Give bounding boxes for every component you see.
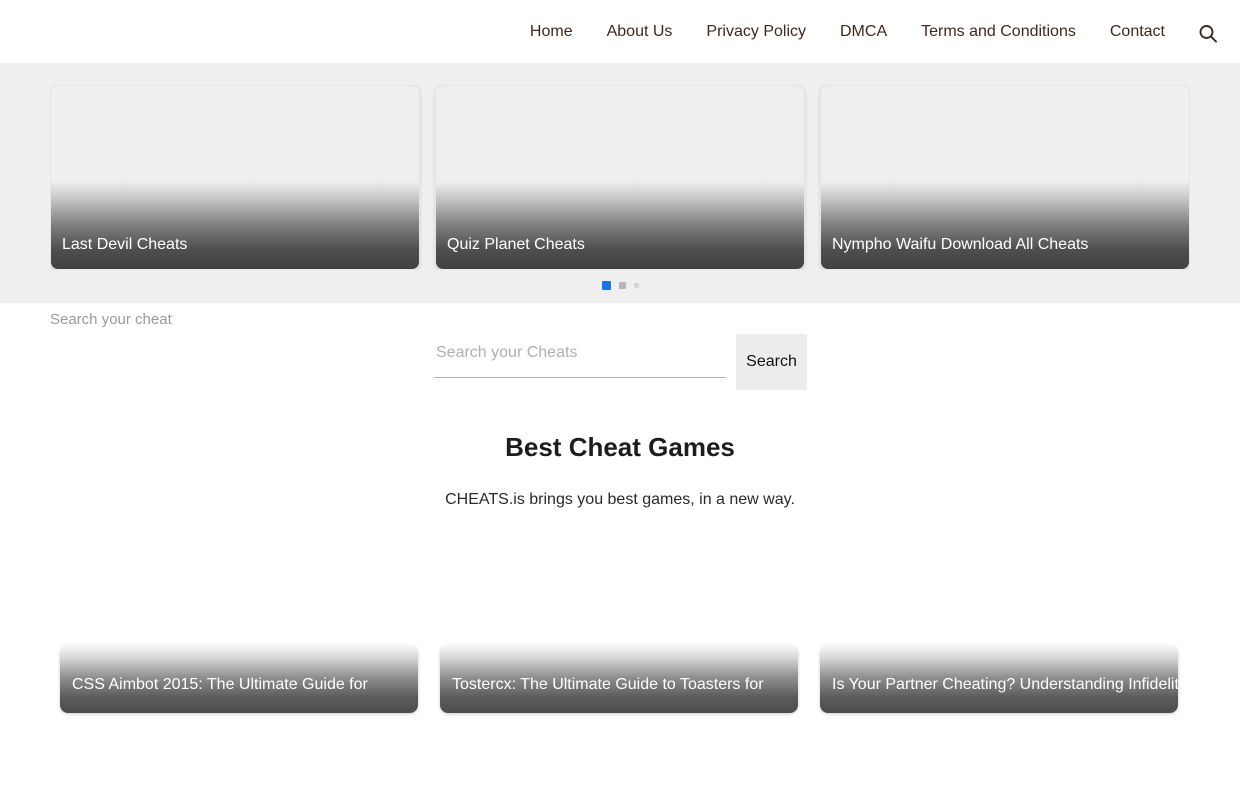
carousel-track[interactable]: Last Devil Cheats Quiz Planet Cheats Nym… — [50, 85, 1190, 270]
slide-title: Quiz Planet Cheats — [447, 236, 585, 253]
cheat-search-form: Search — [434, 334, 807, 390]
slide-title: Last Devil Cheats — [62, 236, 188, 253]
game-card[interactable]: Tostercx: The Ultimate Guide to Toasters… — [440, 645, 798, 713]
game-card[interactable]: CSS Aimbot 2015: The Ultimate Guide for — [60, 645, 418, 713]
game-card[interactable]: Is Your Partner Cheating? Understanding … — [820, 645, 1178, 713]
nav-item-contact[interactable]: Contact — [1093, 22, 1182, 41]
nav-item-terms-and-conditions[interactable]: Terms and Conditions — [904, 22, 1093, 41]
slide-gradient-overlay — [436, 181, 804, 269]
nav-item-dmca[interactable]: DMCA — [823, 22, 904, 41]
game-card-title: Tostercx: The Ultimate Guide to Toasters… — [452, 676, 764, 693]
best-games-grid: CSS Aimbot 2015: The Ultimate Guide for … — [60, 645, 1180, 713]
search-submit-button[interactable]: Search — [736, 334, 807, 390]
nav-item-home[interactable]: Home — [513, 22, 590, 41]
game-card-title: CSS Aimbot 2015: The Ultimate Guide for — [72, 676, 368, 693]
carousel-slide[interactable]: Quiz Planet Cheats — [435, 85, 805, 270]
carousel-dot-1[interactable] — [601, 280, 611, 290]
slide-title: Nympho Waifu Download All Cheats — [832, 236, 1089, 253]
hero-carousel: Last Devil Cheats Quiz Planet Cheats Nym… — [0, 63, 1240, 303]
carousel-slide[interactable]: Nympho Waifu Download All Cheats — [820, 85, 1190, 270]
carousel-dot-3[interactable] — [633, 282, 639, 288]
search-icon[interactable] — [1186, 12, 1230, 56]
carousel-pagination — [0, 278, 1240, 292]
best-cheat-games-title: Best Cheat Games — [505, 432, 735, 462]
game-card-title: Is Your Partner Cheating? Understanding … — [832, 676, 1178, 693]
carousel-slide[interactable]: Last Devil Cheats — [50, 85, 420, 270]
carousel-dot-2[interactable] — [618, 281, 626, 289]
nav-item-about-us[interactable]: About Us — [590, 22, 690, 41]
slide-gradient-overlay — [51, 181, 419, 269]
slide-gradient-overlay — [821, 181, 1189, 269]
search-input[interactable] — [434, 334, 726, 378]
nav-item-privacy-policy[interactable]: Privacy Policy — [689, 22, 823, 41]
main-navigation: Home About Us Privacy Policy DMCA Terms … — [513, 8, 1240, 56]
best-cheat-games-subtitle: CHEATS.is brings you best games, in a ne… — [445, 491, 795, 508]
search-section-heading: Search your cheat — [50, 311, 172, 328]
site-header: Home About Us Privacy Policy DMCA Terms … — [0, 0, 1240, 63]
